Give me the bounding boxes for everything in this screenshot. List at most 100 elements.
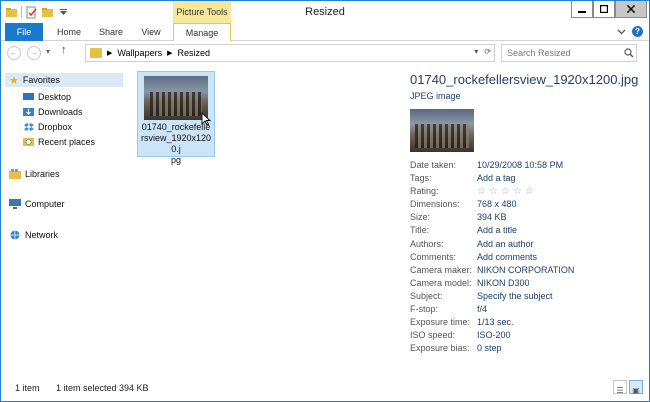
property-label: ISO speed: bbox=[410, 330, 456, 341]
tab-home[interactable]: Home bbox=[51, 23, 87, 41]
back-arrow-icon: ← bbox=[10, 48, 18, 57]
breadcrumb-separator-icon: ▶ bbox=[167, 50, 173, 57]
nav-downloads[interactable]: Downloads bbox=[23, 105, 83, 119]
folder-icon bbox=[90, 48, 102, 58]
desktop-icon bbox=[23, 93, 34, 100]
minimize-icon bbox=[578, 11, 586, 13]
rating-star-icon[interactable]: ☆ bbox=[489, 186, 499, 197]
property-row: Exposure bias: 0 step bbox=[410, 342, 645, 355]
back-button[interactable]: ← bbox=[7, 46, 21, 60]
property-value[interactable]: Specify the subject bbox=[477, 290, 553, 303]
property-row: Subject: Specify the subject bbox=[410, 290, 645, 303]
nav-computer[interactable]: Computer bbox=[9, 197, 65, 211]
refresh-icon[interactable]: ⟳ bbox=[484, 47, 491, 56]
property-row: Dimensions: 768 x 480 bbox=[410, 198, 645, 211]
nav-computer-label: Computer bbox=[25, 199, 65, 209]
search-icon[interactable] bbox=[624, 48, 634, 58]
close-button[interactable] bbox=[615, 1, 647, 18]
nav-recent-places[interactable]: Recent places bbox=[23, 135, 95, 149]
file-list: 01740_rockefelle rsview_1920x1200.j pg bbox=[127, 67, 397, 373]
property-label: Size: bbox=[410, 212, 431, 223]
navigation-pane: ★ Favorites Desktop Downloads Dropbox Re… bbox=[1, 67, 127, 373]
downloads-icon bbox=[23, 108, 34, 116]
nav-downloads-label: Downloads bbox=[38, 107, 83, 117]
forward-button[interactable]: → bbox=[27, 46, 41, 60]
breadcrumb-resized[interactable]: Resized bbox=[177, 48, 210, 58]
breadcrumb-separator-icon: ▶ bbox=[107, 50, 113, 57]
rating-star-icon[interactable]: ☆ bbox=[513, 186, 523, 197]
nav-libraries[interactable]: Libraries bbox=[9, 167, 60, 181]
recent-locations-icon[interactable]: ▾ bbox=[46, 47, 50, 56]
rating-star-icon[interactable]: ☆ bbox=[477, 186, 487, 197]
property-label: Exposure bias: bbox=[410, 343, 470, 354]
property-row: Camera maker: NIKON CORPORATION bbox=[410, 264, 645, 277]
property-value[interactable]: Add comments bbox=[477, 251, 537, 264]
property-value[interactable]: f/4 bbox=[477, 303, 487, 316]
property-value[interactable]: Add a title bbox=[477, 224, 517, 237]
property-label: Tags: bbox=[410, 173, 432, 184]
property-row: F-stop: f/4 bbox=[410, 303, 645, 316]
nav-favorites-label: Favorites bbox=[22, 75, 60, 85]
file-name-line: rsview_1920x1200.j bbox=[140, 133, 212, 154]
ribbon-right-controls: ? bbox=[617, 26, 643, 37]
up-arrow-icon[interactable]: ↑ bbox=[61, 44, 67, 56]
network-icon bbox=[10, 230, 20, 240]
nav-favorites[interactable]: ★ Favorites bbox=[5, 73, 123, 87]
large-icons-view-button[interactable]: ▣ bbox=[629, 380, 643, 395]
property-value[interactable]: ISO-200 bbox=[477, 329, 511, 342]
image-thumbnail bbox=[144, 76, 208, 120]
property-value[interactable]: NIKON D300 bbox=[477, 277, 530, 290]
nav-recent-places-label: Recent places bbox=[38, 137, 96, 147]
status-selected: 1 item selected bbox=[56, 383, 117, 393]
address-bar[interactable]: ▶ Wallpapers ▶ Resized ▾ ⟳ bbox=[85, 44, 495, 62]
property-row: Size: 394 KB bbox=[410, 211, 645, 224]
details-view-button[interactable]: ☰ bbox=[613, 380, 627, 395]
rating-stars[interactable]: ☆ ☆ ☆ ☆ ☆ bbox=[477, 185, 535, 198]
tab-file[interactable]: File bbox=[5, 23, 43, 41]
nav-desktop[interactable]: Desktop bbox=[23, 90, 71, 104]
property-label: Camera maker: bbox=[410, 264, 473, 275]
view-switcher: ☰ ▣ bbox=[613, 380, 643, 395]
details-file-type: JPEG image bbox=[410, 91, 461, 101]
property-label: Rating: bbox=[410, 186, 439, 197]
search-input[interactable]: Search Resized bbox=[501, 44, 637, 62]
property-row: Exposure time: 1/13 sec. bbox=[410, 316, 645, 329]
tab-view[interactable]: View bbox=[135, 23, 167, 41]
nav-network[interactable]: Network bbox=[9, 228, 58, 242]
details-properties: Date taken: 10/29/2008 10:58 PM Tags: Add … bbox=[410, 159, 645, 355]
forward-arrow-icon: → bbox=[30, 48, 38, 57]
property-value[interactable]: Add a tag bbox=[477, 172, 516, 185]
property-row: Authors: Add an author bbox=[410, 238, 645, 251]
property-value[interactable]: 10/29/2008 10:58 PM bbox=[477, 159, 563, 172]
property-value: 394 KB bbox=[477, 212, 507, 223]
property-value[interactable]: 0 step bbox=[477, 342, 502, 355]
property-value[interactable]: Add an author bbox=[477, 238, 534, 251]
property-value[interactable]: NIKON CORPORATION bbox=[477, 264, 574, 277]
minimize-button[interactable] bbox=[571, 1, 593, 18]
help-button[interactable]: ? bbox=[632, 26, 643, 37]
property-value[interactable]: 768 x 480 bbox=[477, 198, 517, 211]
status-bar: 1 item 1 item selected 394 KB ☰ ▣ bbox=[1, 377, 649, 401]
rating-star-icon[interactable]: ☆ bbox=[525, 186, 535, 197]
breadcrumb-wallpapers[interactable]: Wallpapers bbox=[117, 48, 162, 58]
property-value[interactable]: 1/13 sec. bbox=[477, 316, 514, 329]
nav-network-label: Network bbox=[25, 230, 59, 240]
details-view-icon: ☰ bbox=[616, 386, 624, 395]
details-file-title: 01740_rockefellersview_1920x1200.jpg bbox=[410, 72, 639, 87]
property-row: Comments: Add comments bbox=[410, 251, 645, 264]
nav-dropbox[interactable]: Dropbox bbox=[23, 120, 72, 134]
explorer-window: Picture Tools Resized File Home Share Vi… bbox=[0, 0, 650, 402]
property-row: Title: Add a title bbox=[410, 224, 645, 237]
address-dropdown-icon[interactable]: ▾ bbox=[474, 47, 478, 56]
close-icon bbox=[627, 5, 635, 13]
tab-manage[interactable]: Manage bbox=[173, 23, 231, 42]
tab-share[interactable]: Share bbox=[93, 23, 129, 41]
file-name: 01740_rockefelle rsview_1920x1200.j pg bbox=[140, 122, 212, 166]
rating-star-icon[interactable]: ☆ bbox=[501, 186, 511, 197]
nav-libraries-label: Libraries bbox=[25, 169, 60, 179]
file-name-line: pg bbox=[170, 155, 181, 165]
address-bar-actions: ▾ ⟳ bbox=[474, 47, 491, 56]
maximize-button[interactable] bbox=[593, 1, 615, 18]
file-item[interactable]: 01740_rockefelle rsview_1920x1200.j pg bbox=[137, 71, 215, 165]
expand-ribbon-icon[interactable] bbox=[617, 27, 626, 36]
